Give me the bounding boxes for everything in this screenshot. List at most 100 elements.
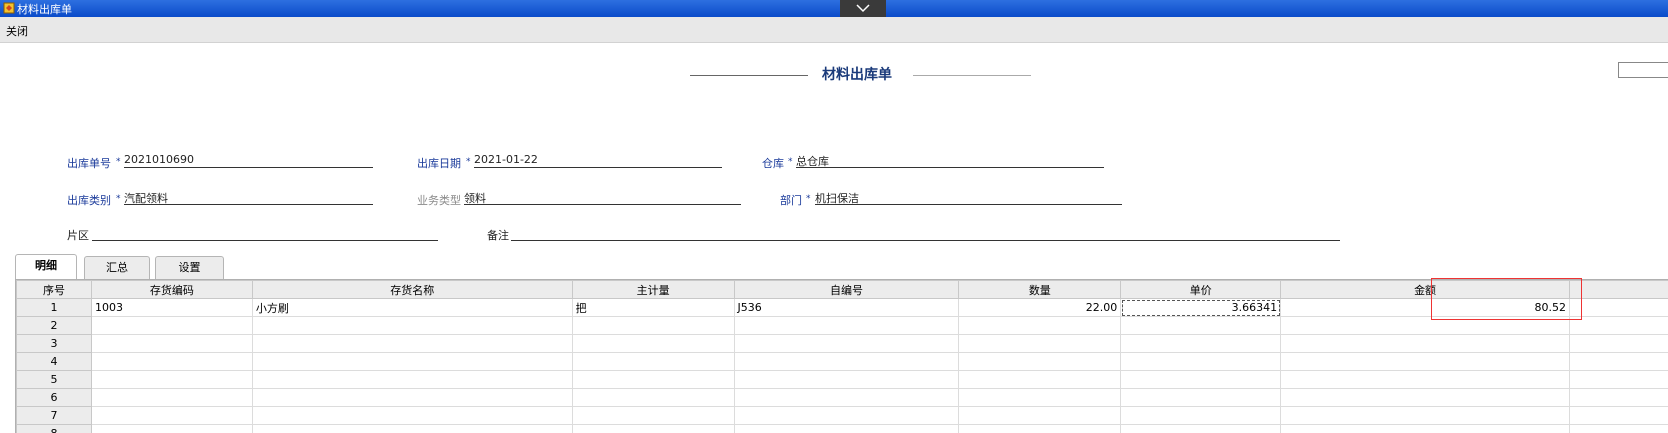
cell-amount[interactable] <box>1281 335 1570 353</box>
table-row[interactable]: 1 1003 小方刷 把 J536 22.00 3.66341 80.52 <box>17 299 1668 317</box>
table-row[interactable]: 6 <box>17 389 1668 407</box>
warehouse-label: 仓库 <box>762 155 784 171</box>
row-number: 4 <box>17 353 92 371</box>
cell-extra[interactable] <box>1569 389 1668 407</box>
cell-extra[interactable] <box>1569 335 1668 353</box>
cell-code[interactable] <box>91 371 252 389</box>
cell-self-no[interactable]: J536 <box>734 299 959 317</box>
table-header-row: 序号 存货编码 存货名称 主计量 自编号 数量 单价 金额 <box>17 281 1668 299</box>
biz-type-label: 业务类型 <box>417 192 461 208</box>
cell-amount[interactable] <box>1281 371 1570 389</box>
cell-qty[interactable] <box>959 335 1121 353</box>
cell-self-no[interactable] <box>734 389 959 407</box>
column-header[interactable]: 金额 <box>1281 281 1570 299</box>
cell-qty[interactable] <box>959 317 1121 335</box>
close-menu-item[interactable]: 关闭 <box>6 23 28 39</box>
cell-name[interactable] <box>252 371 572 389</box>
column-header[interactable]: 存货编码 <box>91 281 252 299</box>
biz-type-underline <box>464 204 741 205</box>
tab-settings[interactable]: 设置 <box>155 256 224 279</box>
cell-amount[interactable] <box>1281 407 1570 425</box>
row-number: 7 <box>17 407 92 425</box>
cell-self-no[interactable] <box>734 335 959 353</box>
cell-code[interactable] <box>91 335 252 353</box>
cell-self-no[interactable] <box>734 317 959 335</box>
cell-qty[interactable] <box>959 371 1121 389</box>
tab-summary[interactable]: 汇总 <box>84 256 150 279</box>
cell-extra[interactable] <box>1569 371 1668 389</box>
cell-code[interactable] <box>91 353 252 371</box>
cell-unit[interactable]: 把 <box>572 299 734 317</box>
out-no-field[interactable]: 2021010690 <box>124 153 194 166</box>
row-number: 5 <box>17 371 92 389</box>
title-bar: 材料出库单 <box>0 0 1668 17</box>
column-header[interactable]: 序号 <box>17 281 92 299</box>
detail-table: 序号 存货编码 存货名称 主计量 自编号 数量 单价 金额 1 1003 小方刷… <box>16 280 1668 433</box>
out-no-label: 出库单号 <box>67 155 111 171</box>
cell-unit[interactable] <box>572 407 734 425</box>
cell-price[interactable] <box>1121 371 1281 389</box>
cell-name[interactable]: 小方刷 <box>252 299 572 317</box>
table-row[interactable]: 3 <box>17 335 1668 353</box>
cell-name[interactable] <box>252 353 572 371</box>
required-mark: * <box>116 194 121 204</box>
title-left-line <box>690 75 808 76</box>
form-title: 材料出库单 <box>822 64 892 84</box>
cell-unit[interactable] <box>572 371 734 389</box>
column-header[interactable]: 自编号 <box>734 281 959 299</box>
out-type-underline <box>124 204 373 205</box>
detail-grid[interactable]: 序号 存货编码 存货名称 主计量 自编号 数量 单价 金额 1 1003 小方刷… <box>15 279 1668 433</box>
cell-name[interactable] <box>252 389 572 407</box>
cell-price[interactable] <box>1121 353 1281 371</box>
table-row[interactable]: 7 <box>17 407 1668 425</box>
collapse-button[interactable] <box>840 0 886 17</box>
cell-name[interactable] <box>252 407 572 425</box>
cell-price[interactable] <box>1121 389 1281 407</box>
column-header[interactable] <box>1569 281 1668 299</box>
app-icon <box>3 2 15 14</box>
cell-code[interactable] <box>91 407 252 425</box>
chevron-down-icon <box>856 4 870 13</box>
cell-extra[interactable] <box>1569 353 1668 371</box>
cell-extra[interactable] <box>1569 407 1668 425</box>
cell-name[interactable] <box>252 317 572 335</box>
cell-unit[interactable] <box>572 389 734 407</box>
cell-unit[interactable] <box>572 317 734 335</box>
remark-underline <box>511 240 1340 241</box>
cell-code[interactable] <box>91 317 252 335</box>
cell-name[interactable] <box>252 335 572 353</box>
cell-qty[interactable] <box>959 353 1121 371</box>
out-date-underline <box>474 167 722 168</box>
cell-price[interactable] <box>1121 407 1281 425</box>
cell-amount[interactable]: 80.52 <box>1281 299 1570 317</box>
cell-self-no[interactable] <box>734 371 959 389</box>
table-row[interactable]: 2 <box>17 317 1668 335</box>
cell-code[interactable]: 1003 <box>91 299 252 317</box>
cell-amount[interactable] <box>1281 353 1570 371</box>
cell-price[interactable] <box>1121 317 1281 335</box>
tab-detail[interactable]: 明细 <box>15 254 77 279</box>
top-right-field[interactable] <box>1618 62 1668 78</box>
cell-qty[interactable] <box>959 407 1121 425</box>
cell-unit[interactable] <box>572 353 734 371</box>
out-date-field[interactable]: 2021-01-22 <box>474 153 538 166</box>
cell-price[interactable]: 3.66341 <box>1121 299 1281 317</box>
cell-unit[interactable] <box>572 335 734 353</box>
column-header[interactable]: 单价 <box>1121 281 1281 299</box>
table-row[interactable]: 4 <box>17 353 1668 371</box>
cell-extra[interactable] <box>1569 299 1668 317</box>
table-row[interactable]: 5 <box>17 371 1668 389</box>
cell-self-no[interactable] <box>734 353 959 371</box>
row-number: 3 <box>17 335 92 353</box>
cell-amount[interactable] <box>1281 389 1570 407</box>
column-header[interactable]: 数量 <box>959 281 1121 299</box>
cell-self-no[interactable] <box>734 407 959 425</box>
cell-qty[interactable] <box>959 389 1121 407</box>
column-header[interactable]: 存货名称 <box>252 281 572 299</box>
column-header[interactable]: 主计量 <box>572 281 734 299</box>
cell-code[interactable] <box>91 389 252 407</box>
cell-price[interactable] <box>1121 335 1281 353</box>
cell-amount[interactable] <box>1281 317 1570 335</box>
cell-qty[interactable]: 22.00 <box>959 299 1121 317</box>
cell-extra[interactable] <box>1569 317 1668 335</box>
